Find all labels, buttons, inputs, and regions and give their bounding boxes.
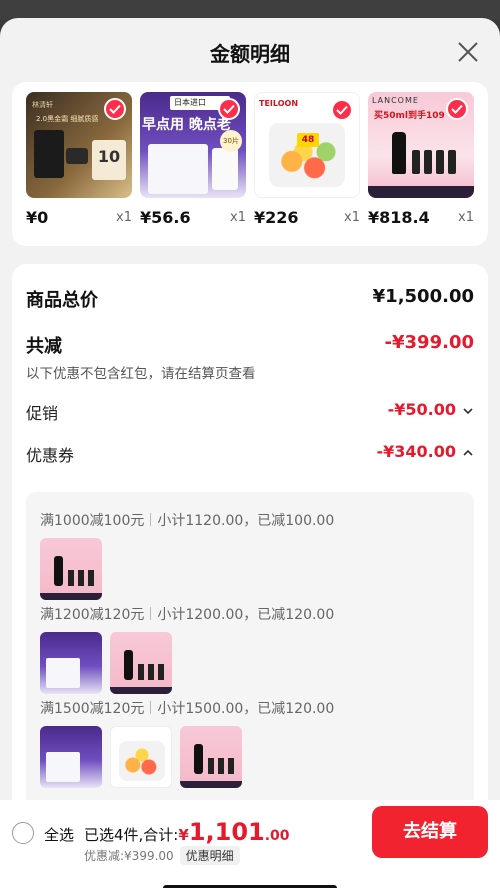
product-badge: 48 bbox=[297, 133, 319, 147]
price-detail-card: 商品总价 ¥1,500.00 共减 -¥399.00 以下优惠不包含红包，请在结… bbox=[12, 264, 488, 824]
product-brand: 林清轩 bbox=[32, 101, 53, 109]
promotion-row[interactable]: 促销 -¥50.00 bbox=[26, 400, 474, 424]
divider bbox=[150, 607, 152, 620]
product-brand: TEILOON bbox=[259, 99, 299, 108]
product-qty: x1 bbox=[230, 210, 246, 225]
checkout-button[interactable]: 去结算 bbox=[372, 806, 488, 858]
total-amount: 1,101 bbox=[188, 818, 265, 846]
check-icon bbox=[451, 104, 463, 114]
check-icon bbox=[336, 105, 348, 115]
tier-product-thumb[interactable] bbox=[110, 726, 172, 788]
tier-summary: 小计1500.00，已减120.00 bbox=[157, 701, 335, 717]
selected-count-text: 已选4件,合计: bbox=[84, 826, 179, 844]
total-decimal: .00 bbox=[264, 828, 290, 844]
promotion-value: -¥50.00 bbox=[387, 400, 456, 419]
product-item[interactable]: 林清轩 2.0黑金霜 细腻质感 10 ¥0 x1 bbox=[26, 92, 132, 232]
sheet-title: 金额明细 bbox=[210, 42, 290, 66]
tier-summary: 小计1200.00，已减120.00 bbox=[157, 607, 335, 623]
coupon-label: 优惠券 bbox=[26, 446, 75, 465]
discount-summary: 优惠减:¥399.00 优惠明细 bbox=[84, 846, 240, 865]
coupon-row[interactable]: 优惠券 -¥340.00 bbox=[26, 442, 474, 466]
chevron-down-icon bbox=[463, 408, 473, 415]
product-badge: 30片 bbox=[220, 130, 242, 152]
status-strip bbox=[0, 0, 500, 20]
product-pack-shape bbox=[212, 148, 238, 190]
product-pack-shape bbox=[148, 144, 208, 194]
tier-summary: 小计1120.00，已减100.00 bbox=[157, 513, 335, 529]
promotion-label: 促销 bbox=[26, 404, 59, 423]
product-image: 林清轩 2.0黑金霜 细腻质感 10 bbox=[26, 92, 132, 198]
select-all-label[interactable]: 全选 bbox=[44, 824, 74, 845]
product-price: ¥818.4 bbox=[368, 208, 430, 227]
product-badge: 10 bbox=[97, 147, 121, 166]
product-price: ¥56.6 bbox=[140, 208, 191, 227]
product-bottle-shape bbox=[436, 150, 444, 174]
checkout-bar: 全选 已选4件,合计:¥1,101.00 优惠减:¥399.00 优惠明细 去结算 bbox=[0, 800, 500, 870]
product-brand: LANCOME bbox=[372, 96, 419, 105]
sheet-header: 金额明细 bbox=[0, 18, 500, 86]
total-reduce-value: -¥399.00 bbox=[384, 332, 474, 353]
total-reduce-row: 共减 -¥399.00 bbox=[26, 332, 474, 358]
tier-product-thumb[interactable] bbox=[40, 726, 102, 788]
selected-check[interactable] bbox=[331, 99, 353, 121]
product-image: 日本进口 早点用 晚点老 30片 bbox=[140, 92, 246, 198]
discount-detail-link[interactable]: 优惠明细 bbox=[179, 846, 240, 865]
product-bottle-shape bbox=[412, 150, 420, 174]
close-button[interactable] bbox=[456, 40, 480, 64]
check-icon bbox=[223, 104, 235, 114]
product-bottle-shape bbox=[424, 150, 432, 174]
product-qty: x1 bbox=[344, 210, 360, 225]
product-qty: x1 bbox=[458, 210, 474, 225]
total-reduce-label: 共减 bbox=[26, 336, 62, 357]
product-image-text: 2.0黑金霜 细腻质感 bbox=[36, 115, 99, 123]
home-indicator-area bbox=[0, 870, 500, 888]
product-price: ¥0 bbox=[26, 208, 49, 227]
product-jar-shape bbox=[66, 148, 88, 164]
amount-detail-sheet: 金额明细 林清轩 2.0黑金霜 细腻质感 10 ¥0 x1 日本进口 早点用 晚… bbox=[0, 18, 500, 888]
tier-product-thumb[interactable] bbox=[40, 632, 102, 694]
goods-total-label: 商品总价 bbox=[26, 290, 98, 311]
total-currency: ¥ bbox=[178, 826, 189, 844]
product-banner-strip bbox=[368, 186, 474, 198]
product-bottle-shape bbox=[448, 150, 456, 174]
product-image: TEILOON 48 bbox=[254, 92, 360, 198]
coupon-tier: 满1000减100元 小计1120.00，已减100.00 bbox=[40, 510, 334, 530]
discount-note: 以下优惠不包含红包，请在结算页查看 bbox=[26, 366, 256, 382]
product-image-text: 早点用 晚点老 bbox=[142, 117, 231, 133]
divider bbox=[150, 701, 152, 714]
coupon-value: -¥340.00 bbox=[376, 442, 456, 461]
tier-rule: 满1500减120元 bbox=[40, 701, 145, 717]
selected-check[interactable] bbox=[446, 98, 468, 120]
discount-amount-text: 优惠减:¥399.00 bbox=[84, 849, 174, 863]
product-qty: x1 bbox=[116, 210, 132, 225]
product-item[interactable]: LANCOME 买50ml到手109 ¥818.4 x1 bbox=[368, 92, 474, 232]
tier-product-thumb[interactable] bbox=[180, 726, 242, 788]
order-summary: 已选4件,合计:¥1,101.00 bbox=[84, 818, 290, 846]
check-icon bbox=[109, 104, 121, 114]
product-badge-card: 10 bbox=[92, 140, 126, 180]
goods-total-row: 商品总价 ¥1,500.00 bbox=[26, 286, 474, 312]
coupon-tier: 满1500减120元 小计1500.00，已减120.00 bbox=[40, 698, 334, 718]
goods-total-value: ¥1,500.00 bbox=[372, 286, 474, 307]
selected-check[interactable] bbox=[104, 98, 126, 120]
coupon-tiers-panel: 满1000减100元 小计1120.00，已减100.00 满1200减120元小… bbox=[26, 492, 474, 822]
product-bottle-shape bbox=[392, 132, 406, 174]
tier-product-thumb[interactable] bbox=[110, 632, 172, 694]
product-item[interactable]: TEILOON 48 ¥226 x1 bbox=[254, 92, 360, 232]
product-strip: 林清轩 2.0黑金霜 细腻质感 10 ¥0 x1 日本进口 早点用 晚点老 30片 bbox=[12, 82, 488, 246]
tier-rule: 满1000减100元 bbox=[40, 513, 145, 529]
product-price: ¥226 bbox=[254, 208, 299, 227]
select-all-radio[interactable] bbox=[12, 822, 34, 844]
divider bbox=[150, 513, 152, 526]
tier-product-thumb[interactable] bbox=[40, 538, 102, 600]
chevron-up-icon bbox=[463, 449, 473, 456]
product-box-shape bbox=[34, 130, 64, 178]
close-icon bbox=[458, 42, 478, 62]
product-image-text: 买50ml到手109 bbox=[374, 111, 445, 121]
product-item[interactable]: 日本进口 早点用 晚点老 30片 ¥56.6 x1 bbox=[140, 92, 246, 232]
tier-rule: 满1200减120元 bbox=[40, 607, 145, 623]
product-image: LANCOME 买50ml到手109 bbox=[368, 92, 474, 198]
selected-check[interactable] bbox=[218, 98, 240, 120]
coupon-tier: 满1200减120元 小计1200.00，已减120.00 bbox=[40, 604, 334, 624]
